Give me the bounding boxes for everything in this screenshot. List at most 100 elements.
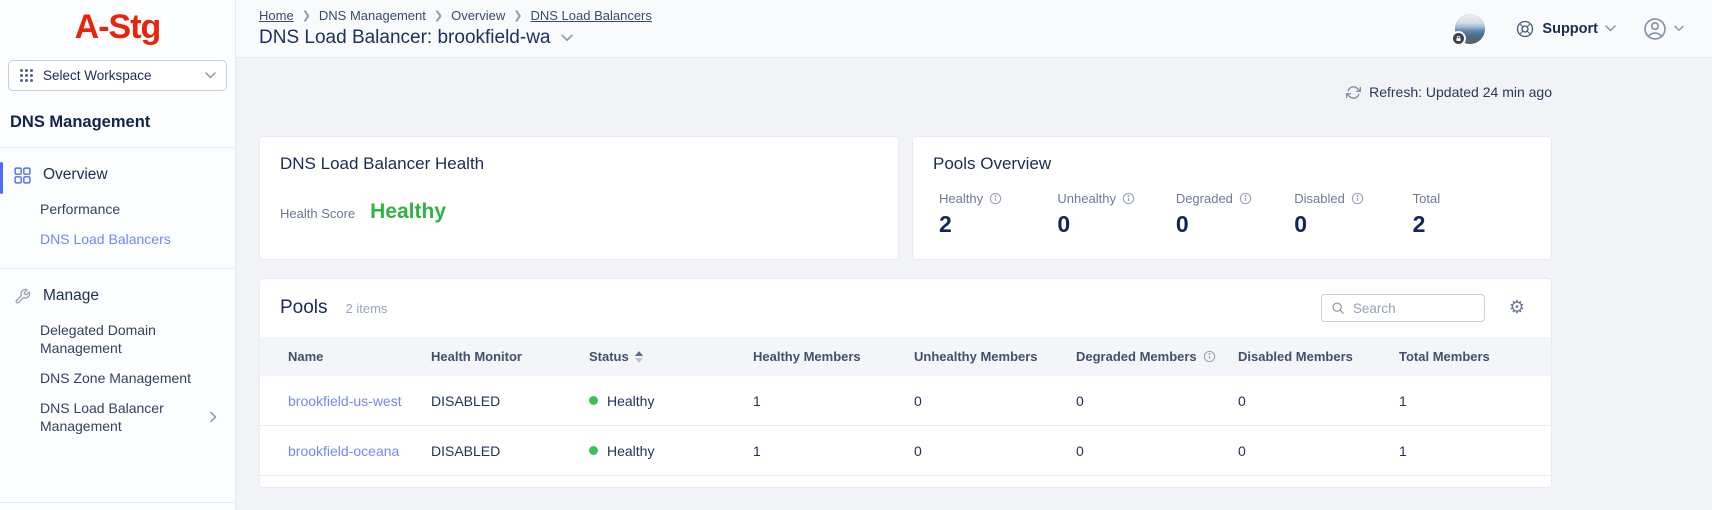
- nav-group-manage: Manage Delegated Domain Management DNS Z…: [0, 279, 235, 451]
- table-body: brookfield-us-west DISABLED Healthy 1 0 …: [260, 376, 1551, 476]
- stat-label-row: Total: [1413, 191, 1531, 206]
- stat-block: Healthy 2: [939, 191, 1057, 238]
- breadcrumb-link[interactable]: Overview: [451, 8, 505, 23]
- stat-label: Disabled: [1294, 191, 1345, 206]
- stat-block: Unhealthy 0: [1057, 191, 1175, 238]
- wrench-icon: [14, 288, 31, 305]
- sidebar-item-manage[interactable]: Manage: [0, 279, 235, 313]
- stat-label: Unhealthy: [1057, 191, 1116, 206]
- stat-label-row: Disabled: [1294, 191, 1412, 206]
- info-icon[interactable]: [1239, 192, 1252, 205]
- name-cell: brookfield-us-west: [288, 393, 431, 409]
- degraded-members-cell: 0: [1076, 443, 1238, 459]
- card-title: Pools Overview: [933, 154, 1531, 174]
- healthy-members-cell: 1: [753, 393, 914, 409]
- column-header-label: Status: [589, 349, 629, 364]
- breadcrumb-link[interactable]: DNS Load Balancers: [530, 8, 651, 23]
- chevron-down-icon: [205, 72, 216, 79]
- search-input[interactable]: [1353, 301, 1475, 316]
- column-header[interactable]: Healthy Members: [753, 349, 914, 364]
- status-dot-icon: [589, 396, 598, 405]
- stat-value: 0: [1294, 211, 1412, 238]
- active-section-indicator: [0, 162, 3, 194]
- name-cell: brookfield-oceana: [288, 443, 431, 459]
- user-menu[interactable]: [1642, 16, 1684, 42]
- page-title-row: DNS Load Balancer: brookfield-wa: [259, 27, 652, 49]
- pools-stats-row: Healthy 2 Unhea: [939, 191, 1531, 238]
- stat-label-row: Unhealthy: [1057, 191, 1175, 206]
- sidebar: A-Stg Select Workspace DNS Management: [0, 0, 236, 510]
- breadcrumb-separator-icon: ❯: [434, 9, 443, 22]
- pools-count-badge: 2 items: [346, 301, 1321, 316]
- gear-icon[interactable]: ⚙: [1509, 299, 1525, 317]
- chevron-down-icon[interactable]: [561, 34, 573, 42]
- search-icon: [1331, 301, 1345, 315]
- workspace-avatar[interactable]: [1455, 14, 1485, 44]
- breadcrumb-separator-icon: ❯: [513, 9, 522, 22]
- breadcrumb-link[interactable]: Home: [259, 8, 294, 23]
- breadcrumb-link[interactable]: DNS Management: [319, 8, 426, 23]
- sidebar-subnav-label: Delegated Domain Management: [40, 322, 156, 356]
- table-row: brookfield-us-west DISABLED Healthy 1 0 …: [260, 376, 1551, 426]
- support-lifering-icon: [1515, 19, 1535, 39]
- sidebar-item-overview[interactable]: Overview: [0, 158, 235, 192]
- disabled-members-cell: 0: [1238, 443, 1399, 459]
- column-header[interactable]: Degraded Members: [1076, 349, 1238, 364]
- info-icon[interactable]: [989, 192, 1002, 205]
- info-icon[interactable]: [1203, 350, 1216, 363]
- workspace-selector[interactable]: Select Workspace: [8, 60, 227, 91]
- stat-value: 2: [1413, 211, 1531, 238]
- pool-name-link[interactable]: brookfield-us-west: [288, 393, 402, 409]
- stat-value: 0: [1176, 211, 1294, 238]
- pool-name-link[interactable]: brookfield-oceana: [288, 443, 399, 459]
- overview-subnav: Performance DNS Load Balancers: [0, 192, 235, 264]
- support-menu[interactable]: Support: [1515, 19, 1616, 39]
- table-header-row: Name Health Monitor: [260, 337, 1551, 376]
- breadcrumb-item: ❯ Home: [259, 8, 294, 23]
- column-header[interactable]: Status: [589, 349, 753, 364]
- table-row: brookfield-oceana DISABLED Healthy 1 0 0…: [260, 426, 1551, 476]
- manage-subnav: Delegated Domain Management DNS Zone Man…: [0, 313, 235, 451]
- info-icon[interactable]: [1351, 192, 1364, 205]
- health-score-row: Health Score Healthy: [280, 200, 878, 224]
- sidebar-subnav-item[interactable]: Delegated Domain Management: [0, 315, 235, 363]
- chevron-right-icon: [210, 412, 217, 423]
- health-score-label: Health Score: [280, 206, 355, 221]
- divider: [0, 147, 235, 148]
- health-score-value: Healthy: [370, 200, 446, 224]
- column-header[interactable]: Name: [288, 349, 431, 364]
- nav-group-overview: Overview Performance DNS Load Balancers: [0, 158, 235, 264]
- column-header[interactable]: Unhealthy Members: [914, 349, 1076, 364]
- column-header[interactable]: Health Monitor: [431, 349, 589, 364]
- column-header[interactable]: Disabled Members: [1238, 349, 1399, 364]
- refresh-label: Refresh: Updated 24 min ago: [1369, 84, 1552, 100]
- workspace-selector-label: Select Workspace: [43, 68, 196, 83]
- sort-icon[interactable]: [635, 351, 643, 363]
- sidebar-subnav-label: DNS Load Balancers: [40, 231, 171, 247]
- page-title: DNS Load Balancer: brookfield-wa: [259, 27, 551, 49]
- sidebar-subnav-item[interactable]: DNS Load Balancer Management: [0, 393, 235, 441]
- pools-title: Pools: [280, 297, 328, 319]
- column-header-label: Healthy Members: [753, 349, 861, 364]
- unhealthy-members-cell: 0: [914, 443, 1076, 459]
- sidebar-subnav-item[interactable]: DNS Zone Management: [0, 363, 235, 393]
- search-box: [1321, 294, 1485, 322]
- sidebar-subnav-item[interactable]: Performance: [0, 194, 235, 224]
- stat-value: 2: [939, 211, 1057, 238]
- column-header-label: Disabled Members: [1238, 349, 1353, 364]
- stat-block: Degraded 0: [1176, 191, 1294, 238]
- info-icon[interactable]: [1122, 192, 1135, 205]
- refresh-button[interactable]: Refresh: Updated 24 min ago: [259, 84, 1552, 100]
- column-header[interactable]: Total Members: [1399, 349, 1551, 364]
- disabled-members-cell: 0: [1238, 393, 1399, 409]
- stat-label-row: Healthy: [939, 191, 1057, 206]
- summary-cards-row: DNS Load Balancer Health Health Score He…: [259, 136, 1552, 260]
- divider: [0, 502, 235, 503]
- status-label: Healthy: [607, 443, 654, 459]
- chevron-down-icon: [1605, 25, 1616, 32]
- column-header-label: Total Members: [1399, 349, 1490, 364]
- sidebar-subnav-label: Performance: [40, 201, 120, 217]
- sidebar-subnav-item[interactable]: DNS Load Balancers: [0, 224, 235, 254]
- stat-label: Total: [1413, 191, 1440, 206]
- pools-table-card: Pools 2 items ⚙ Name: [259, 278, 1552, 488]
